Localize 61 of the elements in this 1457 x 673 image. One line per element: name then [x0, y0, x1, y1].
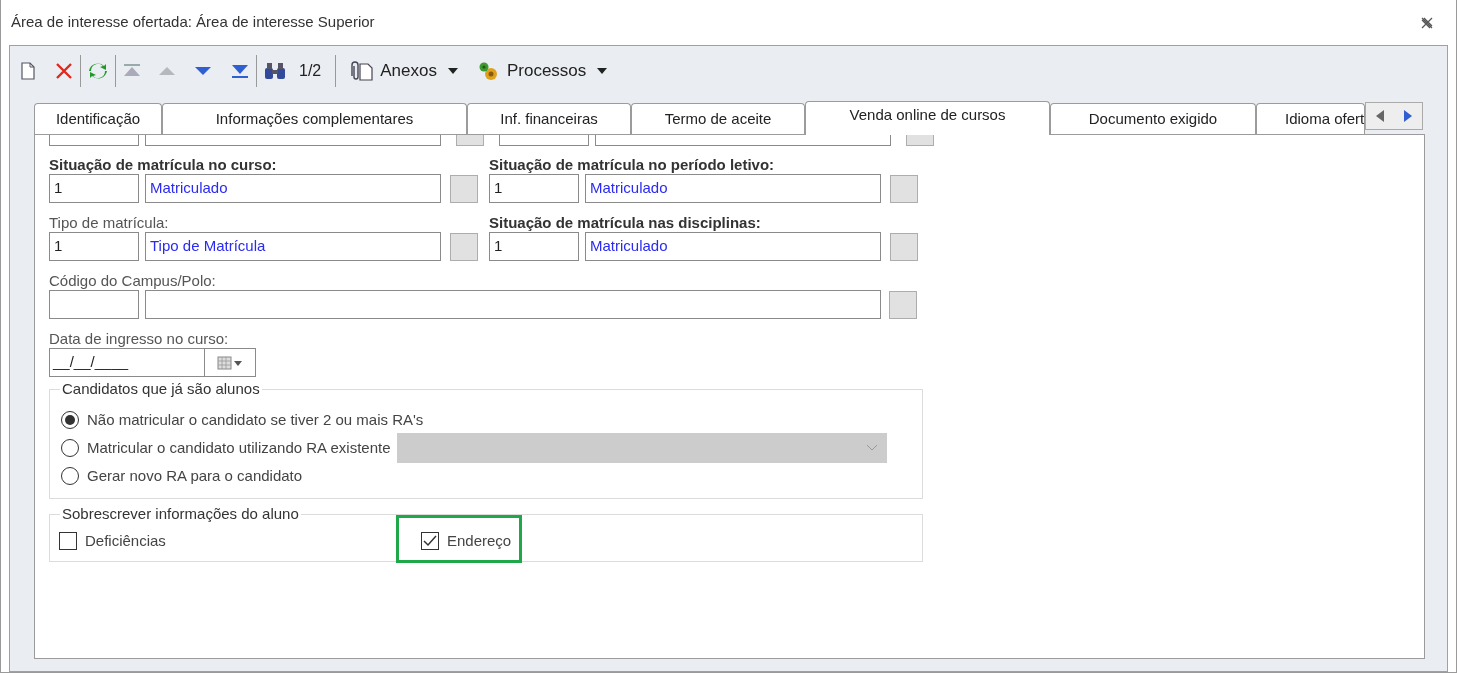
down-arrow-icon[interactable]: [194, 64, 212, 78]
lookup-button[interactable]: [456, 135, 484, 146]
processes-menu[interactable]: Processos: [470, 56, 617, 86]
input-field[interactable]: 1: [489, 174, 579, 203]
tab[interactable]: Venda online de cursos: [805, 101, 1050, 135]
scroll-left-icon[interactable]: [1374, 108, 1387, 124]
tab[interactable]: Documento exigido: [1050, 103, 1256, 134]
input-field[interactable]: [49, 135, 139, 146]
checkbox-label[interactable]: Deficiências: [85, 529, 166, 553]
tab[interactable]: Inf. financeiras: [467, 103, 631, 134]
attachments-menu[interactable]: Anexos: [342, 56, 467, 86]
radio-button[interactable]: [61, 411, 79, 429]
input-field[interactable]: Tipo de Matrícula: [145, 232, 441, 261]
lookup-button[interactable]: [450, 175, 478, 203]
input-field[interactable]: Matriculado: [145, 174, 441, 203]
field-label: Código do Campus/Polo:: [49, 272, 216, 290]
checkbox[interactable]: [421, 532, 439, 550]
tab[interactable]: Identificação: [34, 103, 162, 134]
paperclip-icon: [348, 60, 375, 82]
input-field[interactable]: Matriculado: [585, 232, 881, 261]
radio-label[interactable]: Gerar novo RA para o candidato: [87, 464, 303, 488]
input-field[interactable]: 1: [49, 174, 139, 203]
window-title: Área de interesse ofertada: Área de interesse Superior: [11, 12, 375, 33]
lookup-button[interactable]: [890, 175, 918, 203]
input-field[interactable]: [49, 290, 139, 319]
lookup-button[interactable]: [889, 291, 917, 319]
group-title: Sobrescrever informações do aluno: [60, 505, 301, 523]
chevron-down-icon: [865, 444, 878, 452]
delete-icon[interactable]: [54, 61, 74, 81]
field-label: Situação de matrícula nas disciplinas:: [489, 214, 761, 232]
group-title: Candidatos que já são alunos: [60, 380, 262, 398]
input-field[interactable]: [145, 290, 881, 319]
input-field[interactable]: [145, 135, 441, 146]
radio-label[interactable]: Matricular o candidato utilizando RA existente: [87, 436, 391, 460]
calendar-icon: [217, 354, 243, 371]
checkbox[interactable]: [59, 532, 77, 550]
input-field[interactable]: [595, 135, 891, 146]
tab[interactable]: Termo de aceite: [631, 103, 805, 134]
binoculars-icon[interactable]: [263, 61, 287, 81]
new-document-icon[interactable]: [20, 61, 36, 81]
page-counter: 1/2: [298, 61, 323, 81]
check-icon: [423, 535, 437, 547]
input-field[interactable]: [499, 135, 589, 146]
radio-button[interactable]: [61, 439, 79, 457]
input-field[interactable]: 1: [489, 232, 579, 261]
close-icon[interactable]: [1420, 15, 1434, 30]
input-field[interactable]: Matriculado: [585, 174, 881, 203]
field-label: Data de ingresso no curso:: [49, 330, 229, 348]
field-label: Situação de matrícula no período letivo:: [489, 156, 775, 174]
input-field[interactable]: 1: [49, 232, 139, 261]
last-record-icon[interactable]: [230, 62, 250, 80]
radio-button[interactable]: [61, 467, 79, 485]
checkbox-label[interactable]: Endereço: [447, 529, 512, 553]
lookup-button[interactable]: [450, 233, 478, 261]
tab[interactable]: Idioma ofert: [1256, 103, 1366, 134]
lookup-button[interactable]: [890, 233, 918, 261]
field-label: Situação de matrícula no curso:: [49, 156, 277, 174]
field-label: Tipo de matrícula:: [49, 214, 169, 232]
tab[interactable]: Informações complementares: [162, 103, 467, 134]
lookup-button[interactable]: [906, 135, 934, 146]
radio-label[interactable]: Não matricular o candidato se tiver 2 ou mais RA's: [87, 408, 424, 432]
